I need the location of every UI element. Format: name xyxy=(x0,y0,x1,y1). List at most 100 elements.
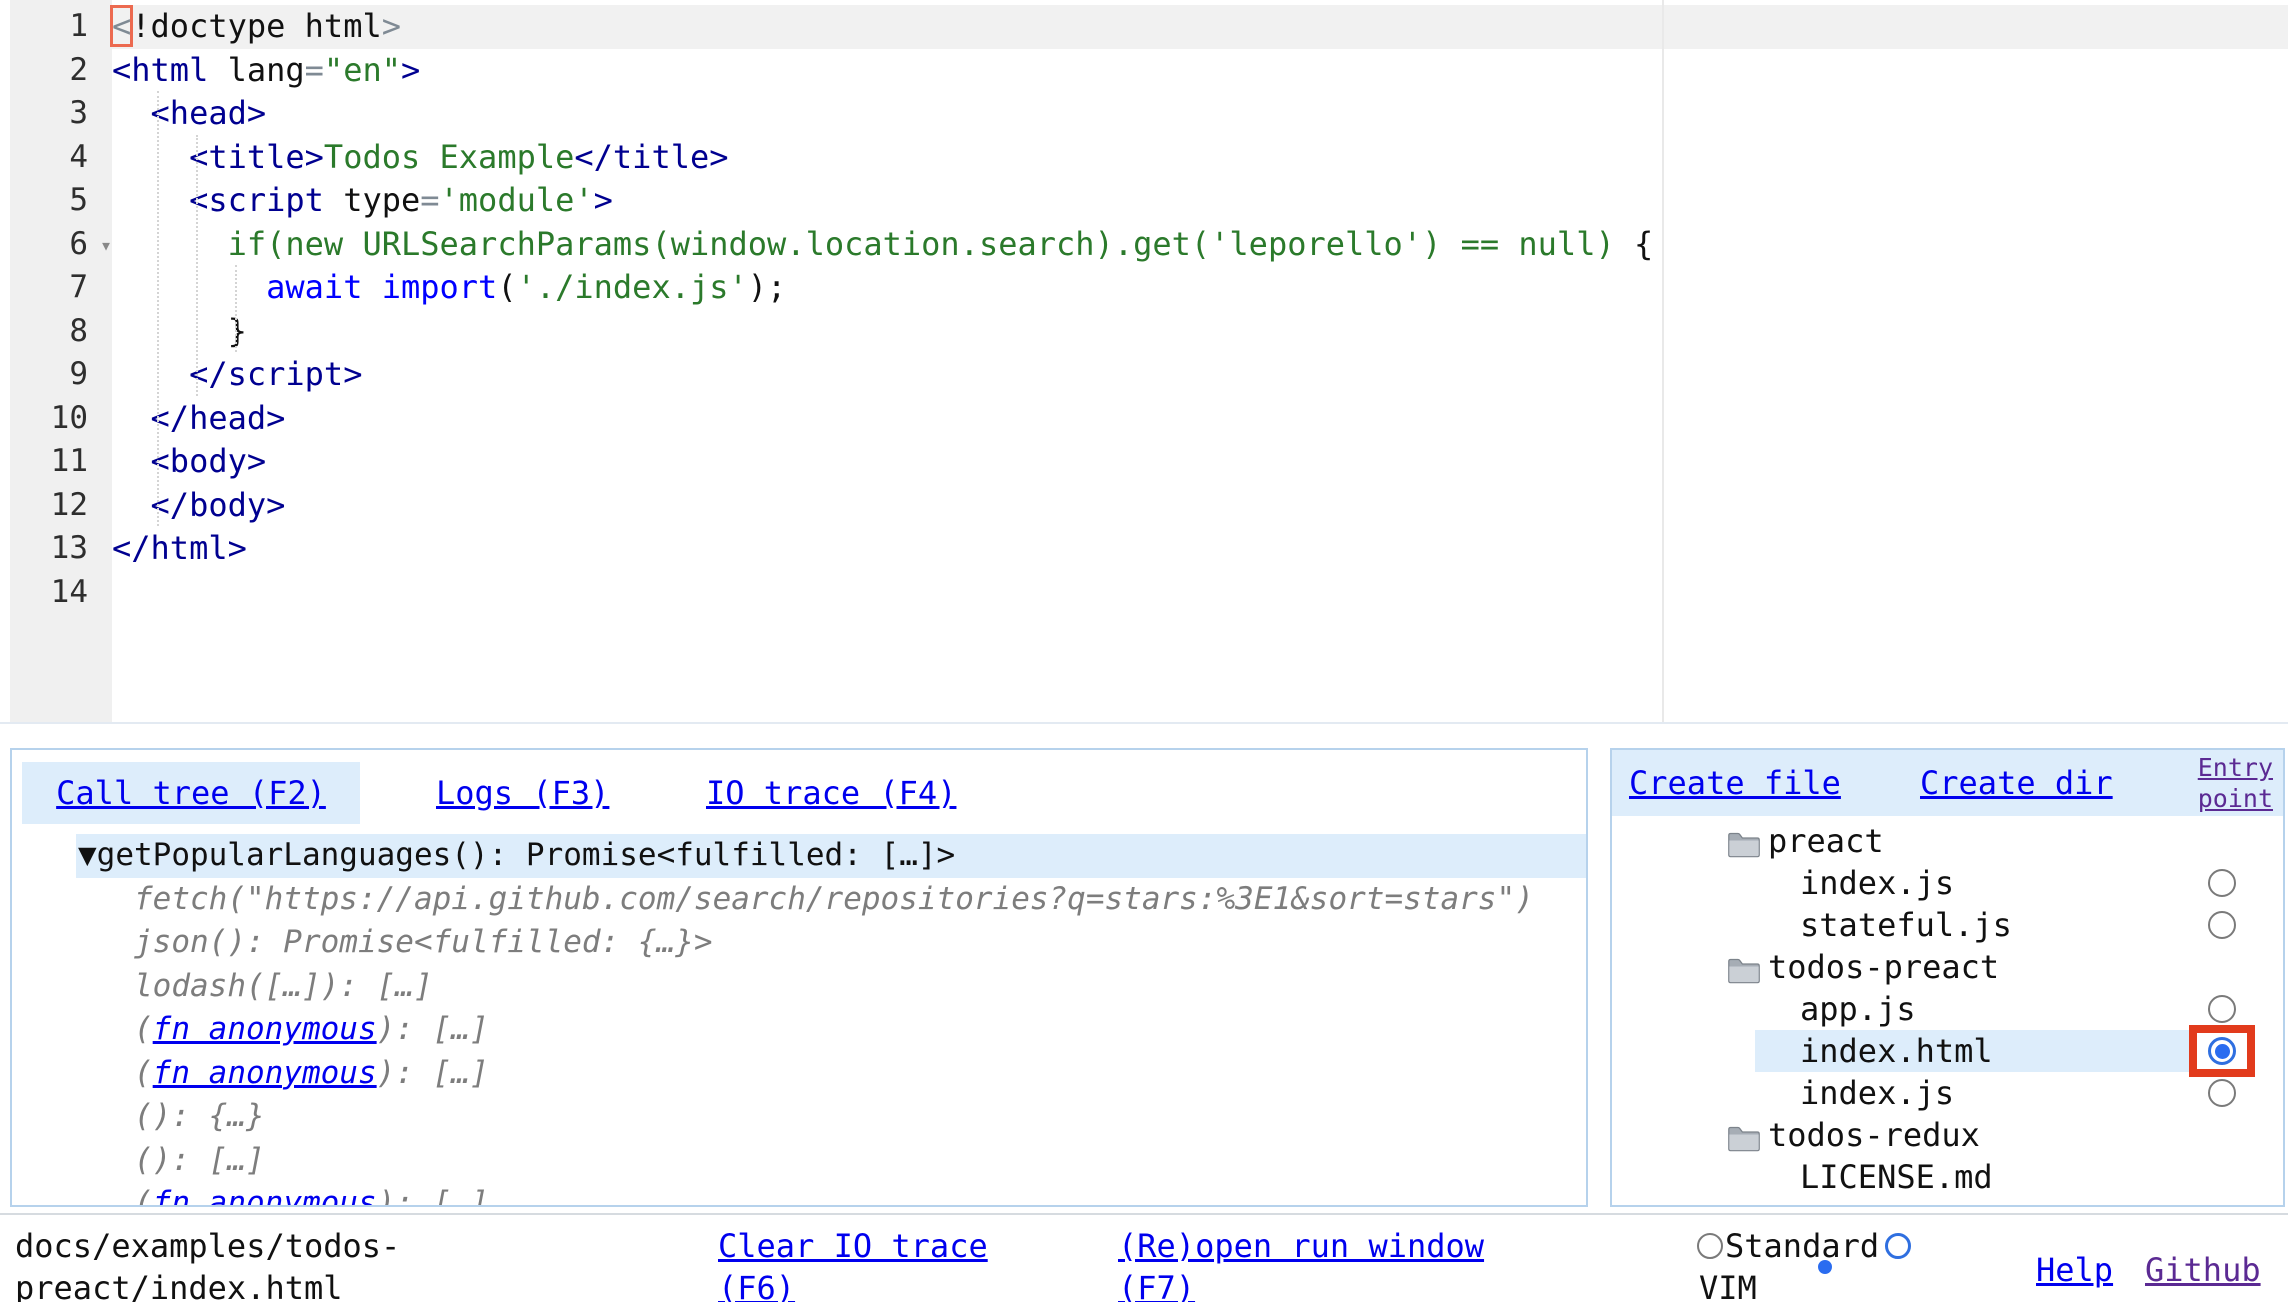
call-tree-text: ): […] xyxy=(377,1185,489,1205)
fn-anonymous-link[interactable]: fn anonymous xyxy=(153,1011,377,1047)
entry-point-radio[interactable] xyxy=(2208,1037,2236,1065)
code-token: > xyxy=(401,51,420,89)
folder-name[interactable]: preact xyxy=(1768,820,1884,862)
code-line[interactable]: </body> xyxy=(112,484,2288,528)
code-token: { xyxy=(1615,225,1654,263)
code-line[interactable]: await import('./index.js'); xyxy=(112,266,2288,310)
file-tree-folder-row[interactable]: preact xyxy=(1612,820,2283,862)
keybindings-radio-group: StandardVIM xyxy=(1697,1225,1952,1302)
line-number: 1 xyxy=(10,5,112,49)
tab-io-trace[interactable]: IO trace (F4) xyxy=(700,762,962,824)
line-number: 12 xyxy=(10,484,112,528)
code-token xyxy=(112,355,189,393)
code-token: if(new URLSearchParams(window.location.s… xyxy=(228,225,1615,263)
indent-guide xyxy=(196,135,198,396)
call-tree-row[interactable]: (fn anonymous): […] xyxy=(76,1182,1586,1205)
editor-code-area[interactable]: <!doctype html><html lang="en"> <head> <… xyxy=(112,5,2288,614)
call-tree-text: fetch("https://api.github.com/search/rep… xyxy=(134,881,1534,917)
status-bar: docs/examples/todos-preact/index.html Cl… xyxy=(0,1213,2288,1302)
call-tree-row[interactable]: fetch("https://api.github.com/search/rep… xyxy=(76,878,1586,922)
code-line[interactable] xyxy=(112,571,2288,615)
call-tree-row[interactable]: json(): Promise<fulfilled: {…}> xyxy=(76,921,1586,965)
file-name[interactable]: app.js xyxy=(1800,988,1916,1030)
code-line[interactable]: } xyxy=(112,310,2288,354)
leporello-ide-screen: 123456▾7891011121314 <!doctype html><htm… xyxy=(0,0,2288,1302)
entry-point-column-header[interactable]: Entry point xyxy=(2181,752,2273,814)
line-number: 4 xyxy=(10,136,112,180)
code-line[interactable]: <head> xyxy=(112,92,2288,136)
call-tree-text: ( xyxy=(134,1055,153,1091)
github-link[interactable]: Github xyxy=(2145,1249,2261,1291)
entry-point-radio[interactable] xyxy=(2208,869,2236,897)
call-tree-row[interactable]: ▼getPopularLanguages(): Promise<fulfille… xyxy=(76,834,1586,878)
call-tree-text: (): […] xyxy=(134,1142,265,1178)
code-token: <script xyxy=(189,181,324,219)
call-tree-row[interactable]: (): […] xyxy=(76,1139,1586,1183)
keybinding-radio-vim[interactable] xyxy=(1885,1233,1911,1259)
file-tree-folder-row[interactable]: todos-redux xyxy=(1612,1114,2283,1156)
code-line[interactable]: </html> xyxy=(112,527,2288,571)
line-number: 11 xyxy=(10,440,112,484)
code-line[interactable]: <!doctype html> xyxy=(112,5,2288,49)
file-name[interactable]: LICENSE.md xyxy=(1800,1156,1993,1198)
clear-io-trace-button[interactable]: Clear IO trace (F6) xyxy=(718,1225,1003,1302)
keybinding-label: Standard xyxy=(1725,1225,1879,1267)
keybinding-radio-standard[interactable] xyxy=(1697,1233,1723,1259)
file-name[interactable]: index.js xyxy=(1800,1072,1954,1114)
create-file-button[interactable]: Create file xyxy=(1629,750,1841,816)
file-name[interactable]: index.html xyxy=(1800,1030,1993,1072)
code-token xyxy=(112,399,151,437)
file-name[interactable]: index.js xyxy=(1800,862,1954,904)
call-tree-row[interactable]: (fn anonymous): […] xyxy=(76,1008,1586,1052)
call-tree-row[interactable]: lodash([…]): […] xyxy=(76,965,1586,1009)
entry-point-radio[interactable] xyxy=(2208,1079,2236,1107)
line-number: 2 xyxy=(10,49,112,93)
help-link[interactable]: Help xyxy=(2036,1249,2113,1291)
code-editor[interactable]: 123456▾7891011121314 <!doctype html><htm… xyxy=(0,0,2288,724)
line-number: 5 xyxy=(10,179,112,223)
folder-name[interactable]: todos-redux xyxy=(1768,1114,1980,1156)
create-dir-button[interactable]: Create dir xyxy=(1920,750,2113,816)
fold-arrow-icon[interactable]: ▾ xyxy=(100,224,112,268)
call-tree-row[interactable]: (): {…} xyxy=(76,1095,1586,1139)
code-token: lang xyxy=(228,51,305,89)
code-token: ); xyxy=(748,268,787,306)
entry-point-radio[interactable] xyxy=(2208,911,2236,939)
code-token: > xyxy=(382,7,401,45)
tab-call-tree[interactable]: Call tree (F2) xyxy=(22,762,360,824)
indent-guide xyxy=(235,265,237,352)
code-token: './index.js' xyxy=(517,268,748,306)
file-tree-file-row[interactable]: index.js xyxy=(1612,862,2283,904)
code-line[interactable]: </head> xyxy=(112,397,2288,441)
call-tree-row[interactable]: (fn anonymous): […] xyxy=(76,1052,1586,1096)
code-line[interactable]: <script type='module'> xyxy=(112,179,2288,223)
file-tree-file-row[interactable]: stateful.js xyxy=(1612,904,2283,946)
file-tree-file-row[interactable]: LICENSE.md xyxy=(1612,1156,2283,1198)
call-tree-rows: ▼getPopularLanguages(): Promise<fulfille… xyxy=(12,834,1586,1205)
code-token xyxy=(112,181,189,219)
call-tree-text: lodash([…]): […] xyxy=(134,968,433,1004)
file-tree-file-row[interactable]: index.html xyxy=(1612,1030,2283,1072)
file-name[interactable]: stateful.js xyxy=(1800,904,2012,946)
code-line[interactable]: <body> xyxy=(112,440,2288,484)
code-line[interactable]: if(new URLSearchParams(window.location.s… xyxy=(112,223,2288,267)
call-tree-text: ▼getPopularLanguages(): Promise<fulfille… xyxy=(78,837,955,873)
code-token: </html> xyxy=(112,529,247,567)
folder-name[interactable]: todos-preact xyxy=(1768,946,1999,988)
reopen-run-window-button[interactable]: (Re)open run window (F7) xyxy=(1118,1225,1498,1302)
file-tree-file-row[interactable]: app.js xyxy=(1612,988,2283,1030)
file-tree-folder-row[interactable]: todos-preact xyxy=(1612,946,2283,988)
fn-anonymous-link[interactable]: fn anonymous xyxy=(153,1055,377,1091)
file-tree-file-row[interactable]: index.js xyxy=(1612,1072,2283,1114)
code-token xyxy=(362,268,381,306)
fn-anonymous-link[interactable]: fn anonymous xyxy=(153,1185,377,1205)
code-line[interactable]: </script> xyxy=(112,353,2288,397)
code-line[interactable]: <title>Todos Example</title> xyxy=(112,136,2288,180)
entry-point-radio[interactable] xyxy=(2208,995,2236,1023)
code-line[interactable]: <html lang="en"> xyxy=(112,49,2288,93)
call-tree-panel: Call tree (F2) Logs (F3) IO trace (F4) ▼… xyxy=(10,748,1588,1207)
line-number: 9 xyxy=(10,353,112,397)
tab-logs[interactable]: Logs (F3) xyxy=(430,762,615,824)
call-tree-text: ): […] xyxy=(377,1011,489,1047)
code-token xyxy=(112,268,266,306)
